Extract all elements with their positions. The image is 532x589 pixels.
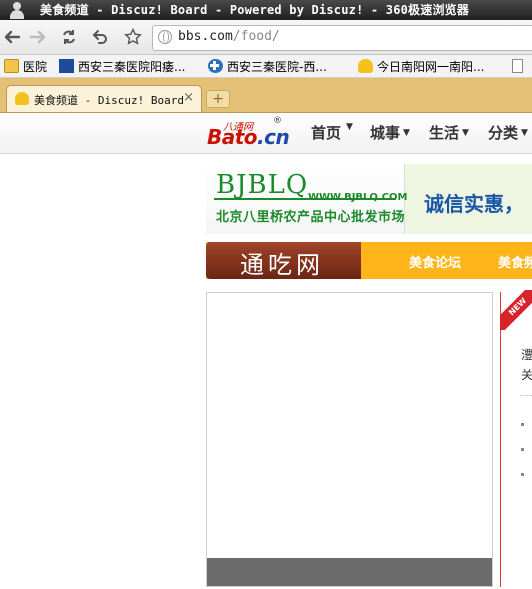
content-panel-footer bbox=[207, 558, 492, 586]
site-logo-icon bbox=[59, 59, 74, 73]
forward-arrow-icon[interactable] bbox=[26, 24, 50, 50]
address-bar[interactable]: bbs.com/food/ bbox=[152, 25, 532, 51]
reload-icon[interactable] bbox=[57, 24, 81, 50]
side-panel bbox=[500, 292, 532, 587]
content-panel bbox=[206, 292, 493, 587]
bookmarks-bar: 医院 西安三秦医院阳痿... 西安三秦医院-西... 今日南阳网一南阳... bbox=[0, 55, 532, 78]
chevron-down-icon: ▼ bbox=[521, 127, 528, 138]
bookmark-item[interactable] bbox=[512, 57, 523, 75]
banner-logo-panel: BJBLQ WWW.BJBLQ.COM 北京八里桥农产品中心批发市场 bbox=[206, 164, 408, 234]
trophy-icon bbox=[15, 92, 29, 105]
channel-brand[interactable]: 通吃网 bbox=[206, 242, 361, 279]
chevron-down-icon: ▼ bbox=[346, 122, 353, 132]
banner-ad[interactable]: BJBLQ WWW.BJBLQ.COM 北京八里桥农产品中心批发市场 诚信实惠， bbox=[206, 164, 532, 234]
banner-divider bbox=[214, 198, 396, 200]
page-icon bbox=[512, 59, 523, 73]
folder-icon bbox=[4, 59, 19, 73]
chevron-down-icon: ▼ bbox=[462, 127, 469, 138]
side-text-line: 关 bbox=[521, 368, 532, 382]
nav-home-caret[interactable]: ▼ bbox=[346, 122, 353, 132]
browser-toolbar: bbs.com/food/ bbox=[0, 20, 532, 55]
channel-brand-text: 通吃网 bbox=[240, 251, 324, 279]
channel-link-food-channel[interactable]: 美食频 bbox=[498, 252, 532, 271]
tab-active[interactable]: 美食频道 - Discuz! Board × bbox=[6, 85, 202, 112]
bookmark-label: 西安三秦医院-西... bbox=[227, 59, 327, 74]
bookmark-label: 今日南阳网一南阳... bbox=[377, 59, 485, 74]
banner-market-name: 北京八里桥农产品中心批发市场 bbox=[216, 210, 406, 225]
user-avatar-icon[interactable] bbox=[8, 1, 26, 19]
banner-logo-text: BJBLQ bbox=[216, 170, 309, 200]
nav-life[interactable]: 生活 ▼ bbox=[429, 122, 469, 143]
bookmark-item[interactable]: 西安三秦医院-西... bbox=[208, 57, 327, 75]
side-text-line: 澧 bbox=[521, 348, 532, 362]
undo-icon[interactable] bbox=[88, 24, 112, 50]
bookmark-label: 医院 bbox=[23, 59, 48, 74]
tab-close-icon[interactable]: × bbox=[183, 90, 194, 105]
bookmark-item[interactable]: 医院 bbox=[4, 57, 47, 75]
chevron-down-icon: ▼ bbox=[403, 127, 410, 138]
site-header: 八通网 ® Bato.cn 首页 ▼ 城事 ▼ 生活 ▼ 分类 ▼ bbox=[0, 113, 532, 154]
logo-brand: Bato.cn bbox=[207, 125, 290, 149]
medical-cross-icon bbox=[208, 59, 223, 73]
new-badge: NEW bbox=[500, 290, 532, 330]
tab-label: 美食频道 - Discuz! Board bbox=[34, 94, 184, 107]
bookmark-label: 西安三秦医院阳痿... bbox=[78, 59, 186, 74]
globe-icon bbox=[158, 30, 172, 44]
nav-home[interactable]: 首页 bbox=[311, 122, 341, 143]
nav-city[interactable]: 城事 ▼ bbox=[370, 122, 410, 143]
list-bullet bbox=[521, 423, 524, 426]
trophy-icon bbox=[358, 59, 373, 73]
window-title-bar: 美食频道 - Discuz! Board - Powered by Discuz… bbox=[0, 0, 532, 20]
list-bullet bbox=[521, 473, 524, 476]
channel-bar: 通吃网 美食论坛 美食频 bbox=[206, 242, 532, 279]
side-divider bbox=[520, 395, 532, 396]
bookmark-item[interactable]: 西安三秦医院阳痿... bbox=[59, 57, 185, 75]
new-badge-label: NEW bbox=[500, 290, 532, 330]
back-arrow-icon[interactable] bbox=[0, 24, 24, 50]
banner-slogan: 诚信实惠， bbox=[424, 192, 524, 216]
nav-category[interactable]: 分类 ▼ bbox=[488, 122, 528, 143]
address-url[interactable]: bbs.com/food/ bbox=[178, 29, 280, 44]
tab-strip: 美食频道 - Discuz! Board × + bbox=[0, 78, 532, 113]
list-bullet bbox=[521, 448, 524, 451]
site-logo[interactable]: 八通网 ® Bato.cn bbox=[207, 116, 299, 150]
new-tab-button[interactable]: + bbox=[206, 90, 230, 108]
window-title: 美食频道 - Discuz! Board - Powered by Discuz… bbox=[40, 3, 470, 17]
channel-link-food-forum[interactable]: 美食论坛 bbox=[409, 252, 461, 271]
bookmark-item[interactable]: 今日南阳网一南阳... bbox=[358, 57, 484, 75]
favorite-star-icon[interactable] bbox=[121, 24, 145, 50]
